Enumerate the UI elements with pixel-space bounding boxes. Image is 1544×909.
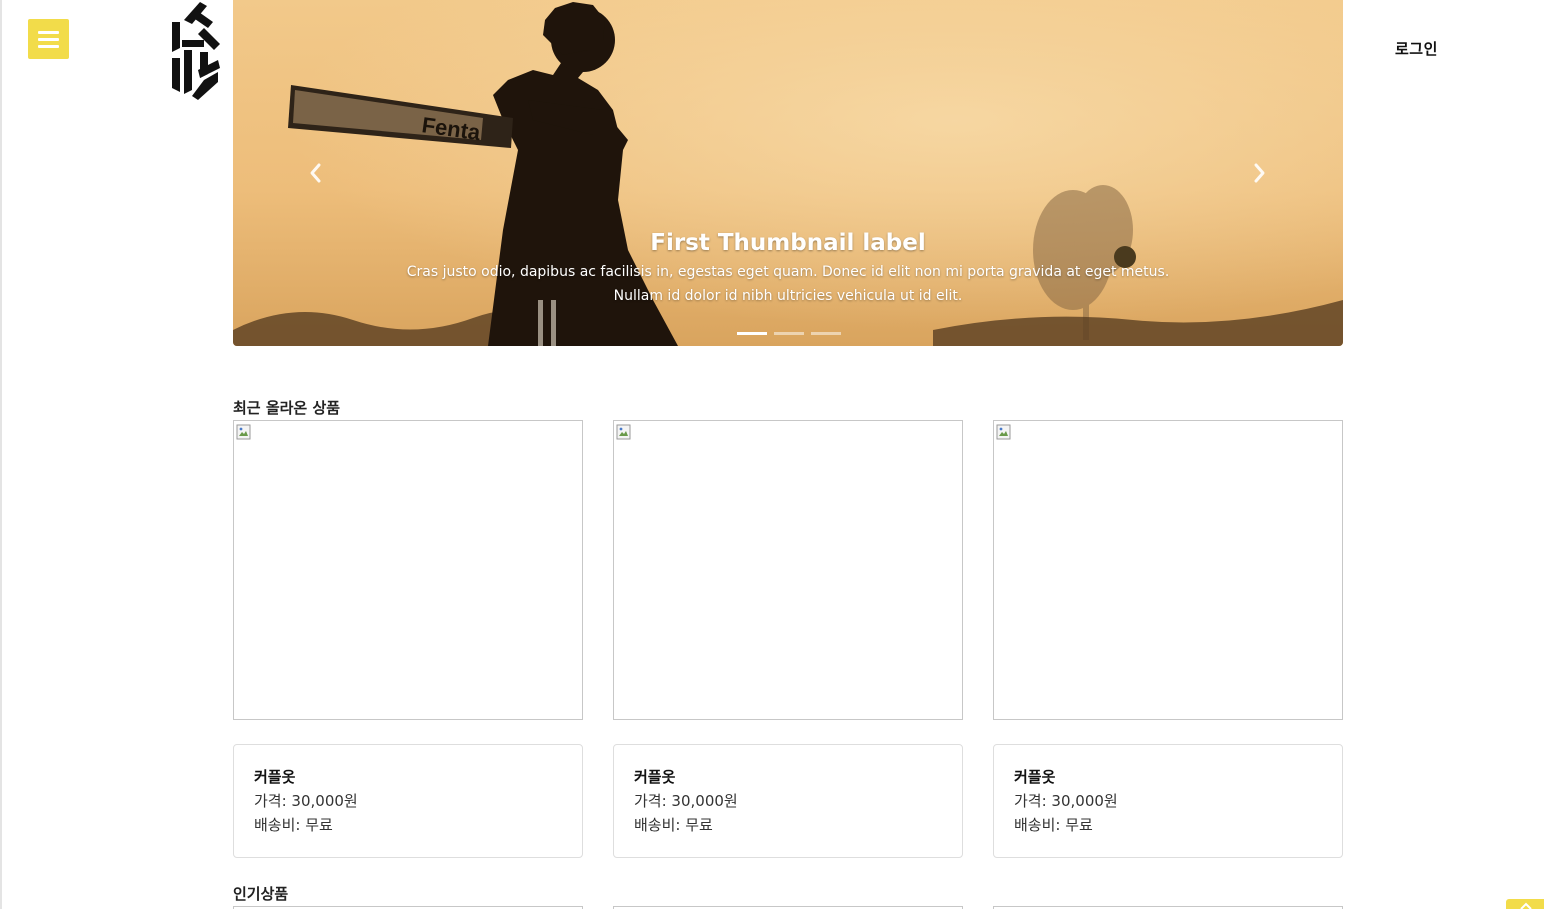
scroll-top-button[interactable] [1506,899,1544,909]
arrow-up-icon [1520,902,1532,909]
recent-products-title: 최근 올라온 상품 [233,399,341,417]
chevron-left-icon[interactable] [301,158,331,188]
carousel-indicator-2[interactable] [774,332,804,335]
carousel-indicators [737,332,841,335]
hamburger-menu-icon [38,31,59,34]
hero-carousel[interactable]: Fenta First Thumbnail label Cras justo o… [233,0,1343,346]
slide-title: First Thumbnail label [650,230,926,256]
product-image[interactable] [613,420,963,720]
broken-image-icon [236,424,251,440]
slide-caption: Cras justo odio, dapibus ac facilisis in… [406,264,1170,304]
broken-image-icon [616,424,631,440]
product-price: 가격: 30,000원 [634,792,738,810]
product-name: 커플옷 [1014,768,1056,786]
hamburger-bar [38,38,59,41]
product-card[interactable]: 커플옷 가격: 30,000원 배송비: 무료 [993,744,1343,858]
popular-products-title: 인기상품 [233,885,289,903]
product-price: 가격: 30,000원 [254,792,358,810]
product-price: 가격: 30,000원 [1014,792,1118,810]
carousel-indicator-1[interactable] [737,332,767,335]
product-card[interactable]: 커플옷 가격: 30,000원 배송비: 무료 [233,744,583,858]
product-shipping: 배송비: 무료 [634,816,713,834]
product-card[interactable]: 커플옷 가격: 30,000원 배송비: 무료 [613,744,963,858]
broken-image-icon [996,424,1011,440]
product-shipping: 배송비: 무료 [254,816,333,834]
hamburger-bar [38,45,59,48]
product-image[interactable] [993,420,1343,720]
page-left-border [0,0,2,909]
product-name: 커플옷 [254,768,296,786]
menu-button[interactable] [28,19,69,59]
product-image[interactable] [233,420,583,720]
brand-logo-icon[interactable] [170,0,222,102]
product-name: 커플옷 [634,768,676,786]
product-shipping: 배송비: 무료 [1014,816,1093,834]
login-link[interactable]: 로그인 [1395,38,1438,59]
chevron-right-icon[interactable] [1244,158,1274,188]
carousel-indicator-3[interactable] [811,332,841,335]
